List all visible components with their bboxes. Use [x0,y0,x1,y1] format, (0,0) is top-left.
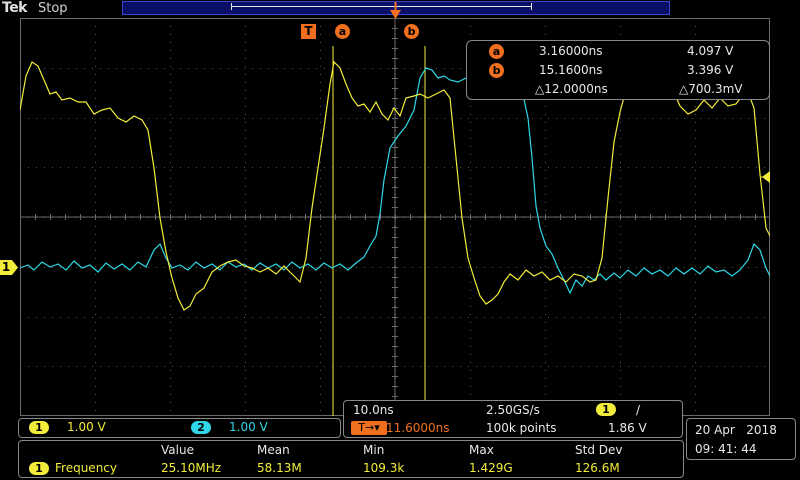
sample-rate: 2.50GS/s [486,403,540,417]
meas-max: 1.429G [469,461,513,475]
horizontal-trigger-panel[interactable]: 10.0ns 2.50GS/s 1 / T→▾ 11.6000ns 100k p… [343,400,683,438]
cursor-a-badge: a [489,44,504,59]
record-view-window[interactable] [231,6,531,7]
cursor-delta-time: △12.0000ns [535,82,608,96]
meas-std-dev: 126.6M [575,461,620,475]
date-time-panel: 20 Apr 2018 09: 41: 44 [686,418,796,460]
brand-logo: Tek [2,0,28,16]
channel-2-badge[interactable]: 2 [191,421,211,434]
trigger-level[interactable]: 1.86 V [608,421,647,435]
record-length: 100k points [486,421,557,435]
trigger-slope-icon[interactable]: / [636,403,640,417]
meas-value: 25.10MHz [161,461,222,475]
cursor-a-marker[interactable]: a [335,24,350,39]
cursor-a-time: 3.16000ns [539,44,603,58]
channel-1-badge[interactable]: 1 [29,421,49,434]
trigger-position-value[interactable]: 11.6000ns [386,421,449,435]
date-display: 20 Apr 2018 [695,423,777,437]
meas-header-min: Min [363,443,385,457]
trigger-level-icon[interactable] [760,168,770,183]
meas-channel-badge: 1 [29,462,49,475]
measurement-panel[interactable]: Value Mean Min Max Std Dev 1 Frequency 2… [18,440,684,478]
meas-name: Frequency [55,461,117,475]
cursor-delta-voltage: △700.3mV [679,82,743,96]
time-per-division[interactable]: 10.0ns [353,403,394,417]
record-view-bracket-right [531,3,532,10]
trigger-position-icon[interactable] [390,2,401,20]
channel-scale-panel: 1 1.00 V 2 1.00 V [18,418,341,438]
cursor-b-marker[interactable]: b [404,24,419,39]
cursor-b-voltage: 3.396 V [687,63,734,77]
meas-header-std-dev: Std Dev [575,443,623,457]
channel-2-scale[interactable]: 1.00 V [229,420,268,434]
channel-1-ground-marker[interactable]: 1 [0,260,18,275]
meas-min: 109.3k [363,461,405,475]
meas-mean: 58.13M [257,461,302,475]
trigger-source-badge[interactable]: 1 [596,403,616,416]
cursor-b-time: 15.1600ns [539,63,603,77]
meas-header-max: Max [469,443,494,457]
cursor-b-badge: b [489,63,504,78]
trigger-position-badge[interactable]: T→▾ [351,421,387,435]
cursor-a-voltage: 4.097 V [687,44,734,58]
trigger-marker[interactable]: T [301,24,316,39]
time-display: 09: 41: 44 [695,442,757,456]
record-view-bracket-left [231,3,232,10]
meas-header-value: Value [161,443,194,457]
channel-1-scale[interactable]: 1.00 V [67,420,106,434]
meas-header-mean: Mean [257,443,290,457]
acquisition-state[interactable]: Stop [38,1,68,16]
cursor-readout-panel: a 3.16000ns 4.097 V b 15.1600ns 3.396 V … [466,40,770,100]
